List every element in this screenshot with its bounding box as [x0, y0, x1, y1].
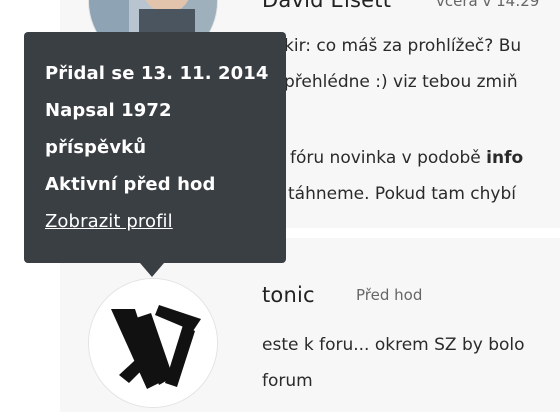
post-text-line: přehlédne :) viz tebou zmiň: [284, 72, 518, 92]
post-text-line: táhneme. Pokud tam chybí: [288, 184, 516, 204]
author-avatar[interactable]: [88, 278, 218, 408]
post-text-segment: fóru novinka v podobě: [290, 148, 487, 168]
tooltip-arrow: [140, 263, 164, 277]
post-count-unit: příspěvků: [45, 137, 147, 158]
post-text-line: este k foru... okrem SZ by bolo: [262, 335, 525, 355]
post-text-line: kir: co máš za prohlížeč? Bu: [284, 36, 522, 56]
user-profile-tooltip: Přidal se 13. 11. 2014 Napsal 1972 přísp…: [24, 32, 286, 263]
author-name[interactable]: tonic: [262, 283, 315, 307]
post-text-line: forum: [262, 371, 313, 391]
joined-date: Přidal se 13. 11. 2014: [45, 63, 269, 84]
author-name[interactable]: David Elsett: [262, 0, 391, 12]
post-time[interactable]: Před hod: [356, 286, 422, 304]
wordpress-logo-icon: [89, 279, 217, 407]
post-time[interactable]: včera v 14:29: [436, 0, 539, 10]
last-active: Aktivní před hod: [45, 174, 216, 195]
post-text-line: fóru novinka v podobě info: [290, 143, 523, 173]
post-text-bold: info: [486, 148, 524, 168]
view-profile-link[interactable]: Zobrazit profil: [45, 211, 173, 232]
post-count: Napsal 1972: [45, 100, 172, 121]
